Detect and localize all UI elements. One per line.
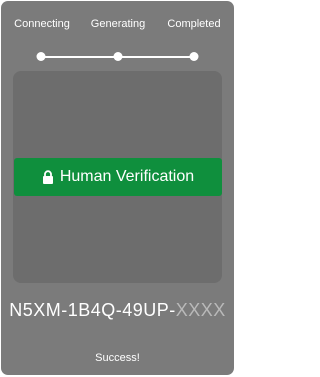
lock-icon: [42, 170, 53, 184]
status-message: Success!: [95, 352, 140, 364]
human-verification-label: Human Verification: [59, 168, 195, 185]
step-label-completed: Completed: [167, 18, 221, 30]
code-masked-part: XXXX: [175, 300, 226, 320]
progress-dot-connecting: [36, 52, 46, 61]
step-label-generating: Generating: [90, 18, 146, 30]
progress-steps: Connecting Generating Completed: [1, 18, 234, 32]
progress-dot-completed: [189, 52, 199, 61]
human-verification-button[interactable]: Human Verification: [14, 158, 222, 196]
code-visible-part: N5XM-1B4Q-49UP-: [9, 300, 176, 320]
step-label-connecting: Connecting: [14, 18, 70, 30]
progress-dot-generating: [113, 52, 123, 61]
generator-panel: Connecting Generating Completed Human Ve…: [1, 1, 234, 375]
generated-code: N5XM-1B4Q-49UP-XXXX: [1, 299, 234, 321]
